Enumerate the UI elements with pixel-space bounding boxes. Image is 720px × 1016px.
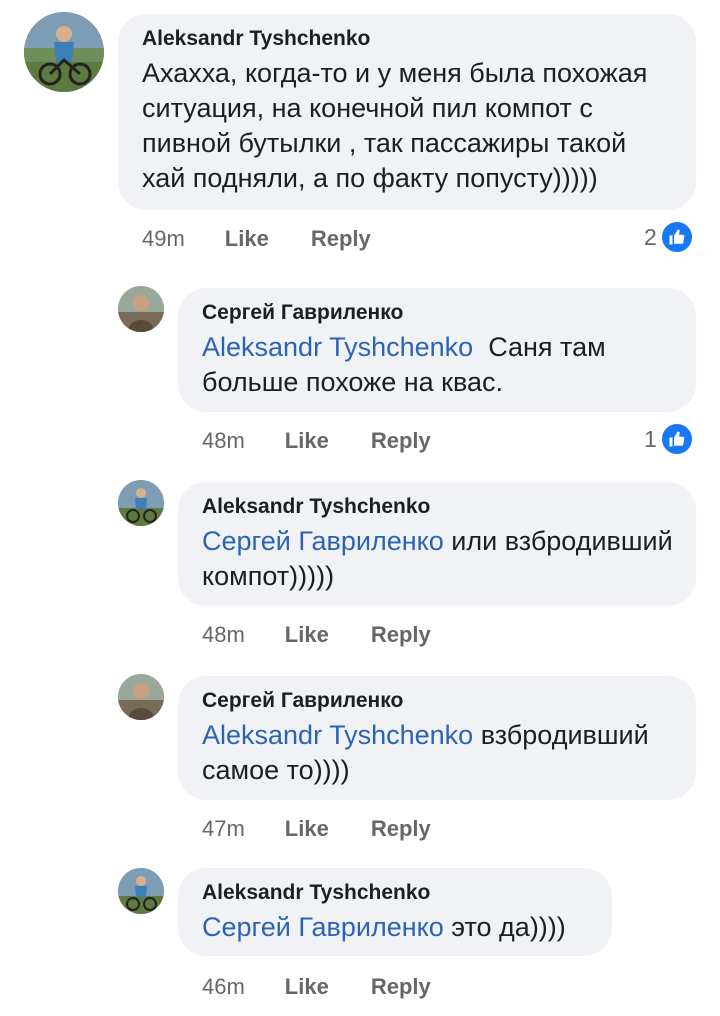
comment-text: Ахахха, когда-то и у меня была похожая с… — [142, 58, 648, 193]
comment-bubble: Aleksandr Tyshchenko Сергей Гавриленко и… — [178, 482, 696, 606]
reply-button[interactable]: Reply — [371, 974, 431, 1000]
mention-link[interactable]: Сергей Гавриленко — [202, 526, 444, 556]
like-button[interactable]: Like — [285, 974, 329, 1000]
reaction-count-number: 1 — [644, 425, 657, 452]
comment-text-line: Aleksandr Tyshchenko Саня там больше пох… — [202, 330, 674, 400]
person-avatar-icon — [118, 674, 164, 720]
reply-button[interactable]: Reply — [311, 226, 371, 252]
comment-text-line: Сергей Гавриленко или взбродивший компот… — [202, 524, 674, 594]
comment-time[interactable]: 49m — [142, 226, 185, 252]
reply-button[interactable]: Reply — [371, 622, 431, 648]
like-button[interactable]: Like — [285, 816, 329, 842]
reaction-count[interactable]: 2 — [644, 220, 694, 254]
like-button[interactable]: Like — [225, 226, 269, 252]
comment-actions: 49m Like Reply — [142, 226, 371, 252]
comment-bubble: Aleksandr Tyshchenko Ахахха, когда-то и … — [118, 14, 696, 210]
comment-author[interactable]: Aleksandr Tyshchenko — [202, 880, 590, 906]
cyclist-avatar-icon — [118, 868, 164, 914]
comment-time[interactable]: 46m — [202, 974, 245, 1000]
comment-actions: 46m Like Reply — [202, 974, 431, 1000]
like-button[interactable]: Like — [285, 622, 329, 648]
comment-actions: 48m Like Reply — [202, 622, 431, 648]
reaction-count[interactable]: 1 — [644, 422, 694, 456]
reply-button[interactable]: Reply — [371, 428, 431, 454]
cyclist-avatar-icon — [24, 12, 104, 92]
avatar[interactable] — [118, 868, 164, 914]
comment-text: это да)))) — [451, 912, 566, 942]
comment-time[interactable]: 48m — [202, 428, 245, 454]
comment-text-line: Сергей Гавриленко это да)))) — [202, 910, 590, 945]
comment-bubble: Aleksandr Tyshchenko Сергей Гавриленко э… — [178, 868, 612, 956]
comment-author[interactable]: Сергей Гавриленко — [202, 688, 674, 714]
comment-actions: 48m Like Reply — [202, 428, 431, 454]
comment-author[interactable]: Сергей Гавриленко — [202, 300, 674, 326]
mention-link[interactable]: Aleksandr Tyshchenko — [202, 720, 473, 750]
thumbs-up-icon — [659, 220, 694, 254]
comment-bubble: Сергей Гавриленко Aleksandr Tyshchenko С… — [178, 288, 696, 412]
comment-actions: 47m Like Reply — [202, 816, 431, 842]
comment-time[interactable]: 48m — [202, 622, 245, 648]
comment-author[interactable]: Aleksandr Tyshchenko — [202, 494, 674, 520]
comment-bubble: Сергей Гавриленко Aleksandr Tyshchenko в… — [178, 676, 696, 800]
avatar[interactable] — [24, 12, 104, 92]
comment-time[interactable]: 47m — [202, 816, 245, 842]
cyclist-avatar-icon — [118, 480, 164, 526]
avatar[interactable] — [118, 674, 164, 720]
avatar[interactable] — [118, 286, 164, 332]
reply-button[interactable]: Reply — [371, 816, 431, 842]
reaction-count-number: 2 — [644, 223, 657, 250]
comment-text-line: Aleksandr Tyshchenko взбродивший самое т… — [202, 718, 674, 788]
person-avatar-icon — [118, 286, 164, 332]
mention-link[interactable]: Сергей Гавриленко — [202, 912, 444, 942]
avatar[interactable] — [118, 480, 164, 526]
like-button[interactable]: Like — [285, 428, 329, 454]
mention-link[interactable]: Aleksandr Tyshchenko — [202, 332, 473, 362]
thumbs-up-icon — [659, 422, 694, 456]
comment-author[interactable]: Aleksandr Tyshchenko — [142, 26, 674, 52]
